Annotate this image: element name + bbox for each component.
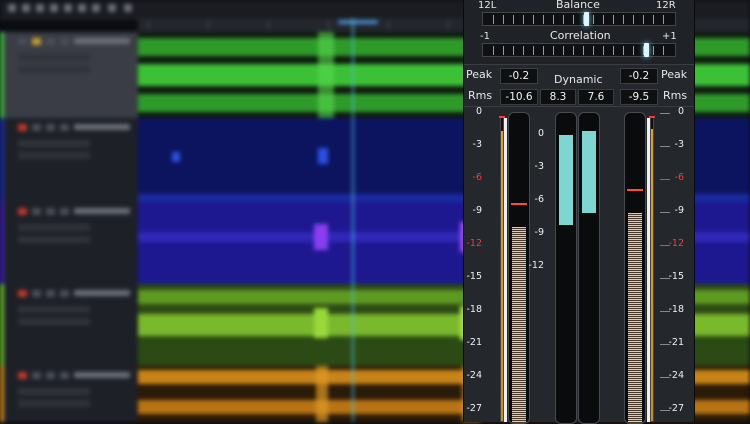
track-header[interactable]: [0, 118, 138, 203]
dynamic-meter-left: [555, 112, 577, 424]
peak-label-left: Peak: [466, 68, 493, 81]
rms-label-right: Rms: [663, 89, 688, 102]
mute-tool-icon[interactable]: [92, 4, 100, 12]
balance-indicator: [584, 12, 589, 26]
scale-tick-label: -27: [466, 403, 482, 414]
loop-range[interactable]: [338, 20, 378, 24]
scale-tick-label: -18: [668, 304, 684, 315]
meter-edge: [504, 118, 507, 422]
peak-hold-bar-right: [650, 116, 654, 422]
peak-marker-right: [627, 189, 643, 191]
scale-tick-label: -3: [674, 139, 684, 150]
track-header[interactable]: [0, 366, 138, 423]
peak-label-right: Peak: [661, 68, 688, 81]
scale-tick-label: -21: [466, 337, 482, 348]
balance-scale[interactable]: [482, 12, 676, 26]
dynamic-meter-right: [578, 112, 600, 424]
balance-left-label: 12L: [478, 0, 497, 11]
scale-tick-label: 0: [677, 106, 684, 117]
dynamic-scale-label: 0: [537, 128, 544, 139]
correlation-right-label: +1: [662, 31, 677, 42]
balance-title: Balance: [556, 0, 600, 11]
level-meter-panel: 12L Balance 12R -1 Correlation +1 Peak -…: [463, 0, 695, 424]
erase-tool-icon[interactable]: [64, 4, 72, 12]
scale-tick-label: -9: [472, 205, 482, 216]
level-meter-right: [624, 112, 646, 424]
peak-left-value: -0.2: [500, 68, 538, 84]
dynamic-right-value: 7.6: [578, 89, 614, 105]
scale-tick-label: -12: [466, 238, 482, 249]
dynamic-label: Dynamic: [554, 73, 603, 86]
peak-right-value: -0.2: [620, 68, 658, 84]
scale-tick-label: -15: [466, 271, 482, 282]
scale-tick-label: 0: [475, 106, 482, 117]
correlation-indicator: [644, 43, 649, 57]
track-header[interactable]: [0, 32, 138, 119]
draw-tool-icon[interactable]: [108, 4, 116, 12]
rms-left-value: -10.6: [500, 89, 538, 105]
balance-right-label: 12R: [656, 0, 676, 11]
dynamic-scale-label: -9: [534, 227, 544, 238]
scale-tick-label: -9: [674, 205, 684, 216]
scale-tick-label: -27: [668, 403, 684, 414]
scale-tick-label: -24: [466, 370, 482, 381]
range-tool-icon[interactable]: [22, 4, 30, 12]
scale-tick-label: -18: [466, 304, 482, 315]
rms-right-value: -9.5: [620, 89, 658, 105]
scale-tick-label: -24: [668, 370, 684, 381]
play-tool-icon[interactable]: [124, 4, 132, 12]
correlation-title: Correlation: [550, 29, 611, 42]
dynamic-scale-label: -3: [534, 161, 544, 172]
arrow-tool-icon[interactable]: [8, 4, 16, 12]
playhead-cursor[interactable]: [352, 18, 354, 422]
rms-label-left: Rms: [468, 89, 493, 102]
split-tool-icon[interactable]: [36, 4, 44, 12]
scale-tick-label: -6: [674, 172, 684, 183]
glue-tool-icon[interactable]: [50, 4, 58, 12]
dynamic-left-value: 8.3: [540, 89, 576, 105]
scale-tick-label: -12: [668, 238, 684, 249]
track-header[interactable]: [0, 284, 138, 367]
correlation-scale[interactable]: [482, 43, 676, 57]
balance-correlation-section: 12L Balance 12R -1 Correlation +1: [464, 0, 694, 64]
scale-tick-label: -3: [472, 139, 482, 150]
scale-tick-label: -15: [668, 271, 684, 282]
scale-tick-label: -6: [472, 172, 482, 183]
dynamic-scale-label: -12: [528, 260, 544, 271]
scale-tick-label: -21: [668, 337, 684, 348]
correlation-left-label: -1: [480, 31, 490, 42]
track-header[interactable]: [0, 202, 138, 285]
zoom-tool-icon[interactable]: [78, 4, 86, 12]
dynamic-scale-label: -6: [534, 194, 544, 205]
